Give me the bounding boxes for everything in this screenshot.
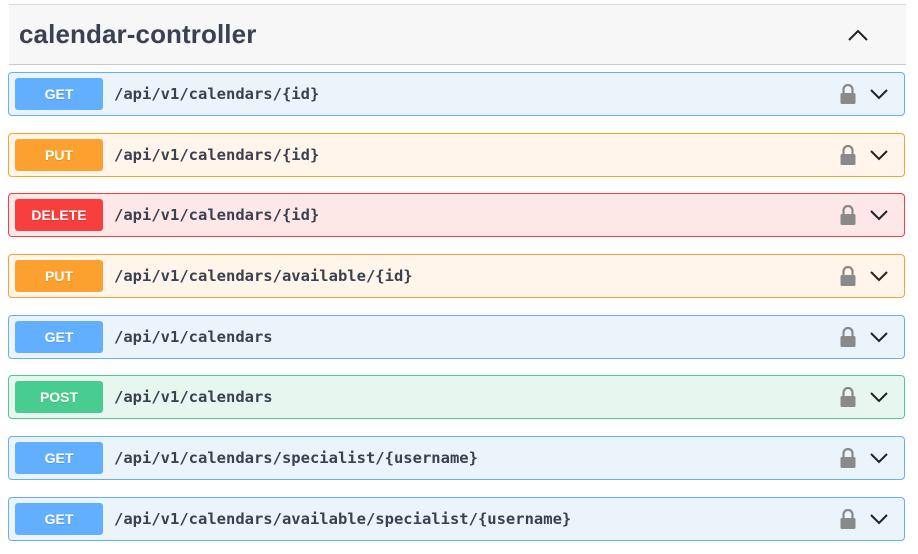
operation-row[interactable]: PUT /api/v1/calendars/{id} (8, 133, 905, 177)
operation-row[interactable]: GET /api/v1/calendars (8, 315, 905, 359)
authorize-lock-button[interactable] (837, 445, 859, 471)
chevron-up-icon (848, 29, 868, 41)
operation-row[interactable]: GET /api/v1/calendars/{id} (8, 72, 905, 116)
operation-row[interactable]: PUT /api/v1/calendars/available/{id} (8, 254, 905, 298)
chevron-down-icon (870, 453, 888, 464)
http-method-badge: PUT (15, 139, 103, 171)
operation-row[interactable]: GET /api/v1/calendars/specialist/{userna… (8, 436, 905, 480)
authorize-lock-button[interactable] (837, 384, 859, 410)
operation-path: /api/v1/calendars/available/{id} (114, 267, 413, 285)
http-method-badge: GET (15, 442, 103, 474)
lock-icon (840, 144, 856, 165)
http-method-badge: DELETE (15, 199, 103, 231)
authorize-lock-button[interactable] (837, 263, 859, 289)
expand-operation-button[interactable] (867, 203, 891, 227)
chevron-down-icon (870, 392, 888, 403)
lock-icon (840, 265, 856, 286)
expand-operation-button[interactable] (867, 143, 891, 167)
chevron-down-icon (870, 332, 888, 343)
operation-path: /api/v1/calendars/{id} (114, 206, 320, 224)
expand-operation-button[interactable] (867, 507, 891, 531)
lock-icon (840, 447, 856, 468)
expand-operation-button[interactable] (867, 446, 891, 470)
operation-path: /api/v1/calendars/{id} (114, 146, 320, 164)
http-method-badge: GET (15, 321, 103, 353)
expand-operation-button[interactable] (867, 385, 891, 409)
expand-operation-button[interactable] (867, 325, 891, 349)
http-method-badge: GET (15, 78, 103, 110)
lock-icon (840, 204, 856, 225)
operation-path: /api/v1/calendars (114, 328, 273, 346)
chevron-down-icon (870, 271, 888, 282)
operation-path: /api/v1/calendars/{id} (114, 85, 320, 103)
operation-row[interactable]: GET /api/v1/calendars/available/speciali… (8, 497, 905, 541)
chevron-down-icon (870, 514, 888, 525)
chevron-down-icon (870, 89, 888, 100)
expand-operation-button[interactable] (867, 82, 891, 106)
authorize-lock-button[interactable] (837, 202, 859, 228)
lock-icon (840, 326, 856, 347)
collapse-section-button[interactable] (838, 15, 878, 55)
authorize-lock-button[interactable] (837, 81, 859, 107)
expand-operation-button[interactable] (867, 264, 891, 288)
operation-row[interactable]: POST /api/v1/calendars (8, 375, 905, 419)
authorize-lock-button[interactable] (837, 142, 859, 168)
authorize-lock-button[interactable] (837, 324, 859, 350)
chevron-down-icon (870, 210, 888, 221)
lock-icon (840, 508, 856, 529)
lock-icon (840, 83, 856, 104)
operation-path: /api/v1/calendars/available/specialist/{… (114, 510, 572, 528)
http-method-badge: POST (15, 381, 103, 413)
operation-row[interactable]: DELETE /api/v1/calendars/{id} (8, 193, 905, 237)
section-title: calendar-controller (19, 19, 257, 49)
authorize-lock-button[interactable] (837, 506, 859, 532)
operation-path: /api/v1/calendars/specialist/{username} (114, 449, 478, 467)
lock-icon (840, 386, 856, 407)
http-method-badge: GET (15, 503, 103, 535)
chevron-down-icon (870, 150, 888, 161)
calendar-controller-section-header[interactable]: calendar-controller (9, 5, 906, 65)
operation-path: /api/v1/calendars (114, 388, 273, 406)
http-method-badge: PUT (15, 260, 103, 292)
